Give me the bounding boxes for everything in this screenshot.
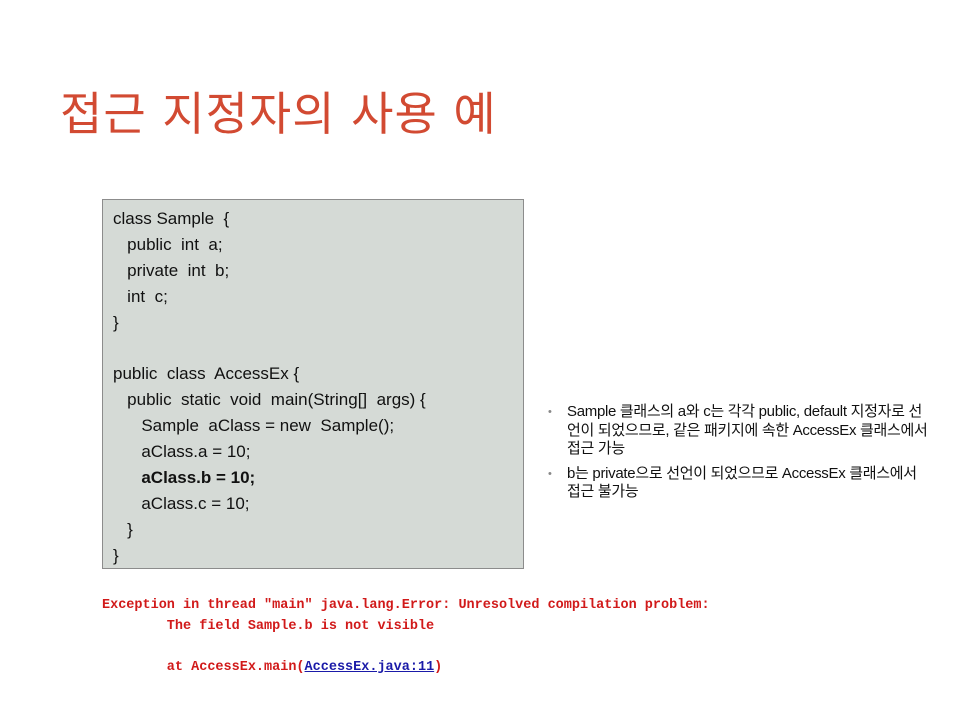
note-item: • Sample 클래스의 a와 c는 각각 public, default 지… [548,403,928,459]
bullet-icon: • [548,406,552,418]
code-line: aClass.c = 10; [113,493,250,513]
slide-title: 접근 지정자의 사용 예 [60,87,497,141]
stack-trace-prefix: at AccessEx.main( [102,659,305,675]
code-line-highlighted: aClass.b = 10; [113,467,256,487]
code-line: } [113,519,133,539]
source-link[interactable]: AccessEx.java:11 [305,660,435,675]
code-line: public static void main(String[] args) { [113,390,426,410]
code-line: } [113,545,119,565]
note-item: • b는 private으로 선언이 되었으므로 AccessEx 클래스에서 … [548,465,928,502]
code-line: public int a; [113,234,223,254]
stack-trace-suffix: ) [434,659,443,675]
code-line: public class AccessEx { [113,364,300,384]
code-line: int c; [113,286,168,306]
stack-trace-line: at AccessEx.main(AccessEx.java:11) [102,658,718,679]
code-block: class Sample { public int a; private int… [102,199,524,569]
console-output: Exception in thread "main" java.lang.Err… [102,596,718,678]
bullet-icon: • [548,467,552,480]
code-line: } [113,312,119,332]
code-line: Sample aClass = new Sample(); [113,416,395,436]
notes-list: • Sample 클래스의 a와 c는 각각 public, default 지… [548,403,928,508]
exception-message: Exception in thread "main" java.lang.Err… [102,598,718,613]
note-text: b는 private으로 선언이 되었으므로 AccessEx 클래스에서 접근… [567,464,917,501]
code-line: private int b; [113,260,230,280]
note-text: Sample 클래스의 a와 c는 각각 public, default 지정자… [567,403,928,458]
error-detail: The field Sample.b is not visible [102,618,435,634]
code-line: aClass.a = 10; [113,442,251,462]
code-line: class Sample { [113,209,230,228]
